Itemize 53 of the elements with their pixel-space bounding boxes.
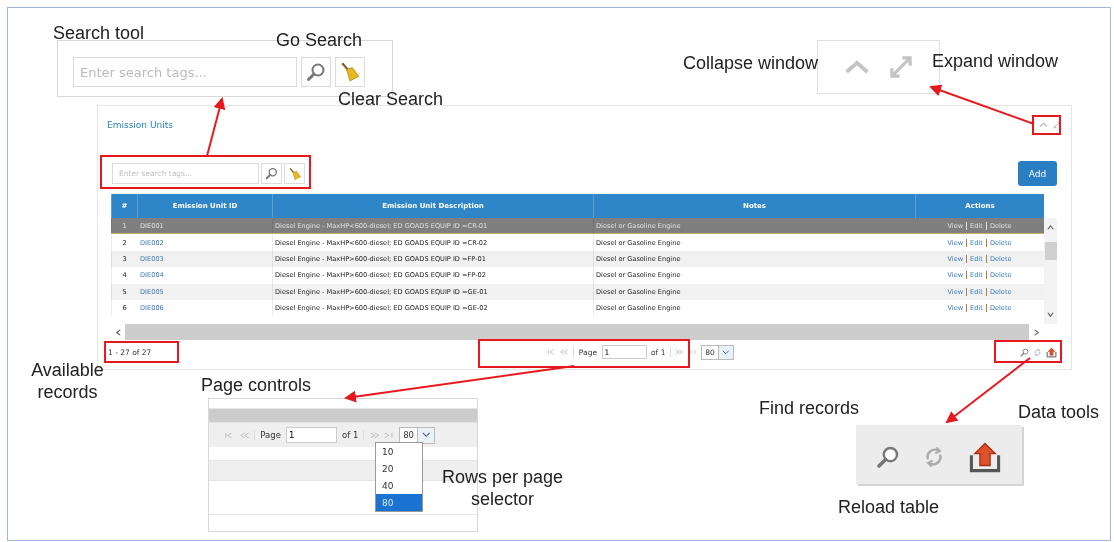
- callout-label: Collapse window: [683, 52, 819, 74]
- next-page-icon[interactable]: [675, 349, 684, 355]
- callout-label: Search tool: [53, 22, 145, 44]
- scroll-up-icon[interactable]: [1047, 224, 1054, 231]
- scroll-thumb[interactable]: [1044, 242, 1057, 260]
- caret-icon: [422, 432, 431, 438]
- callout-label: Expand window: [932, 50, 1059, 72]
- next-page-icon[interactable]: [369, 431, 380, 439]
- highlight-frame: [994, 340, 1062, 363]
- dropdown-option[interactable]: 80: [376, 494, 422, 511]
- page-label: Page: [260, 430, 281, 440]
- vertical-scrollbar[interactable]: [1044, 218, 1057, 324]
- horizontal-scrollbar[interactable]: [125, 324, 1029, 340]
- caret-icon: [722, 349, 730, 355]
- highlight-frame: [1032, 115, 1061, 135]
- clear-search-button[interactable]: [284, 163, 305, 184]
- arrow: [206, 97, 226, 157]
- callout-label: Reload table: [838, 496, 940, 518]
- chevron-up-icon[interactable]: [843, 59, 870, 75]
- first-page-icon[interactable]: [225, 431, 235, 439]
- clear-search-button[interactable]: [335, 57, 365, 87]
- page-input[interactable]: 1: [286, 427, 337, 443]
- search-icon: [876, 444, 900, 469]
- scroll-right-icon[interactable]: [1032, 328, 1040, 336]
- scroll-left-icon[interactable]: [114, 328, 122, 336]
- broom-icon: [287, 166, 302, 181]
- rows-per-page-select[interactable]: 80: [398, 426, 436, 444]
- scroll-down-icon[interactable]: [1047, 311, 1054, 318]
- chevron-up-icon[interactable]: [1039, 122, 1048, 128]
- first-page-icon[interactable]: [547, 349, 556, 355]
- expand-icon[interactable]: [1053, 121, 1061, 129]
- callout-label: Find records: [759, 397, 860, 419]
- search-icon: [1020, 347, 1029, 357]
- search-icon: [306, 62, 326, 82]
- callout-label: Available records: [30, 359, 105, 403]
- prev-page-icon[interactable]: [560, 349, 569, 355]
- page-total: of 1: [342, 430, 359, 440]
- callout-label: Rows per page selector: [440, 466, 565, 510]
- go-search-button[interactable]: [301, 57, 331, 87]
- search-field[interactable]: Enter search tags...: [73, 57, 297, 87]
- last-page-icon[interactable]: [688, 349, 697, 355]
- broom-icon: [339, 61, 361, 83]
- reload-icon[interactable]: [1033, 347, 1042, 357]
- prev-page-icon[interactable]: [239, 431, 250, 439]
- export-icon[interactable]: [1046, 346, 1057, 358]
- go-search-button[interactable]: [261, 163, 282, 184]
- add-button[interactable]: Add: [1018, 161, 1057, 186]
- callout-label: Clear Search: [338, 88, 444, 110]
- callout-label: Go Search: [276, 29, 363, 51]
- callout-label: Data tools: [1018, 401, 1100, 423]
- callout-label: Page controls: [201, 374, 312, 396]
- panel-title: Emission Units: [107, 120, 173, 130]
- search-icon: [265, 167, 278, 180]
